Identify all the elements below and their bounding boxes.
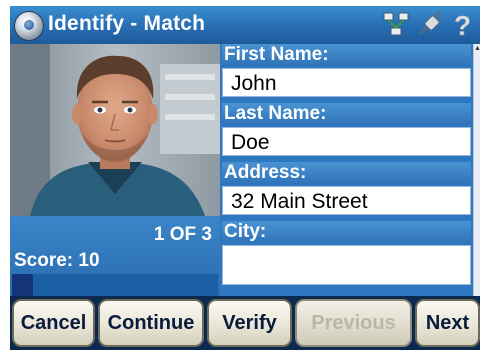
city-field[interactable] xyxy=(222,245,471,285)
match-info-panel: 1 OF 3 Score: 10 xyxy=(10,216,220,304)
verify-button[interactable]: Verify xyxy=(207,299,292,347)
fields-scrollbar[interactable]: ▲ xyxy=(473,44,480,296)
first-name-label: First Name: xyxy=(222,44,471,66)
cancel-button[interactable]: Cancel xyxy=(12,299,95,347)
address-field[interactable]: 32 Main Street xyxy=(222,186,471,215)
match-photo xyxy=(10,44,220,216)
plug-icon[interactable] xyxy=(416,10,444,38)
previous-button[interactable]: Previous xyxy=(295,299,412,347)
svg-text:?: ? xyxy=(454,10,471,38)
address-label: Address: xyxy=(222,162,471,184)
help-icon[interactable]: ? xyxy=(448,10,476,38)
match-count: 1 OF 3 xyxy=(153,224,212,245)
continue-button[interactable]: Continue xyxy=(98,299,204,347)
last-name-label: Last Name: xyxy=(222,103,471,125)
network-icon[interactable] xyxy=(382,10,410,38)
window-title: Identify - Match xyxy=(48,12,206,35)
first-name-field[interactable]: John xyxy=(222,68,471,97)
title-bar: Identify - Match ? xyxy=(10,6,480,44)
city-label: City: xyxy=(222,221,471,243)
next-button[interactable]: Next xyxy=(415,299,480,347)
scroll-up-arrow-icon[interactable]: ▲ xyxy=(474,45,480,52)
person-fields: First Name: John Last Name: Doe Address:… xyxy=(220,44,473,296)
score-label: Score: 10 xyxy=(14,250,100,271)
app-window: Identify - Match ? 1 OF 3 Score: 10 Firs… xyxy=(10,6,480,350)
button-bar: Cancel Continue Verify Previous Next xyxy=(10,296,480,350)
app-icon xyxy=(14,11,44,41)
last-name-field[interactable]: Doe xyxy=(222,127,471,156)
